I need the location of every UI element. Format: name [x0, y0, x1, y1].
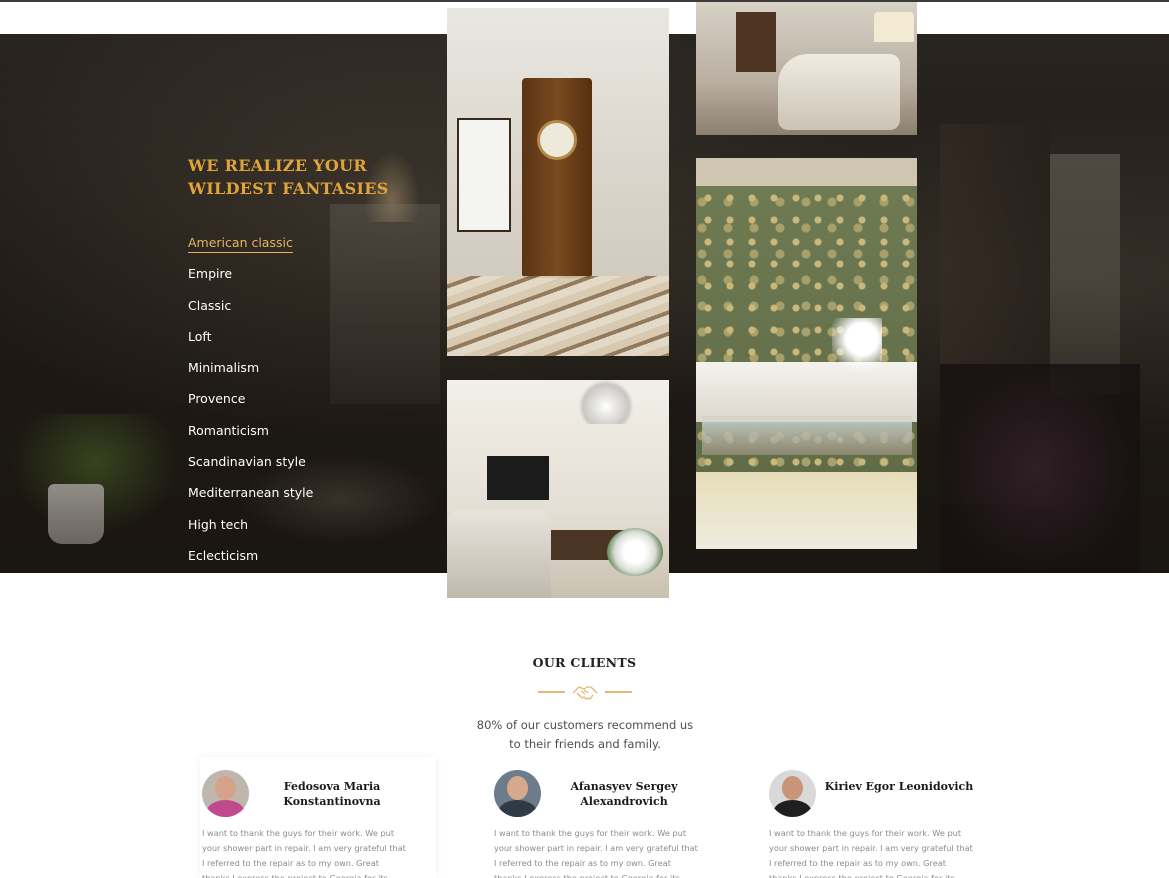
client-review: I want to thank the guys for their work.…: [494, 828, 698, 878]
clients-divider: [538, 681, 632, 703]
divider-line: [538, 691, 565, 693]
style-item-eclecticism[interactable]: Eclecticism: [188, 547, 313, 573]
photo-glass-table: [702, 416, 912, 455]
client-review: I want to thank the guys for their work.…: [202, 828, 406, 878]
style-item-label: Minimalism: [188, 360, 260, 376]
avatar: [494, 770, 541, 817]
style-menu: American classic Empire Classic Loft Min…: [188, 234, 313, 573]
photo-cabinet: [522, 78, 592, 278]
photo-wallpaper: [696, 186, 917, 516]
style-item-label: Eclecticism: [188, 547, 259, 563]
photo-rug: [447, 276, 669, 356]
style-item-label: Mediterranean style: [188, 485, 314, 501]
top-border: [0, 0, 1169, 2]
style-item-label: Loft: [188, 328, 212, 344]
photo-floor: [696, 472, 917, 549]
clients-title: OUR CLIENTS: [532, 655, 637, 670]
photo-orchid: [832, 318, 882, 388]
photo-tv: [487, 456, 549, 500]
interior-photo-tv-room[interactable]: [447, 380, 669, 598]
photo-lamp: [874, 12, 914, 42]
interior-photo-sofa-lamp[interactable]: [696, 2, 917, 135]
style-item-minimalism[interactable]: Minimalism: [188, 359, 313, 390]
style-item-high-tech[interactable]: High tech: [188, 516, 313, 547]
style-item-label: American classic: [188, 235, 293, 253]
style-item-label: High tech: [188, 516, 249, 532]
hero-title: WE REALIZE YOUR WILDEST FANTASIES: [188, 156, 389, 198]
style-item-romanticism[interactable]: Romanticism: [188, 422, 313, 453]
photo-flowers: [607, 528, 663, 576]
style-item-label: Scandinavian style: [188, 454, 306, 470]
style-item-label: Romanticism: [188, 422, 269, 438]
style-item-label: Provence: [188, 391, 246, 407]
style-item-label: Empire: [188, 266, 233, 282]
style-item-scandinavian[interactable]: Scandinavian style: [188, 453, 313, 484]
client-card: Kiriev Egor Leonidovich I want to thank …: [767, 757, 1003, 878]
style-item-loft[interactable]: Loft: [188, 328, 313, 359]
photo-cabinet: [736, 12, 776, 72]
photo-window: [457, 118, 511, 232]
client-review: I want to thank the guys for their work.…: [769, 828, 973, 878]
avatar: [769, 770, 816, 817]
style-item-empire[interactable]: Empire: [188, 265, 313, 296]
photo-chandelier: [579, 380, 633, 424]
avatar: [202, 770, 249, 817]
photo-sofa: [778, 54, 900, 130]
client-name: Kiriev Egor Leonidovich: [824, 780, 974, 793]
style-item-mediterranean[interactable]: Mediterranean style: [188, 484, 313, 515]
photo-armchair: [447, 510, 551, 598]
photo-sofa: [696, 362, 917, 422]
style-item-label: Classic: [188, 297, 232, 313]
clients-description: 80% of our customers recommend us to the…: [476, 718, 694, 751]
clock-icon: [537, 120, 577, 160]
divider-line: [605, 691, 632, 693]
client-name: Afanasyev Sergey Alexandrovich: [570, 780, 678, 808]
handshake-icon: [572, 686, 598, 700]
interior-photo-wallpaper-orchid[interactable]: [696, 158, 917, 549]
style-item-classic[interactable]: Classic: [188, 297, 313, 328]
client-card: Afanasyev Sergey Alexandrovich I want to…: [492, 757, 728, 878]
style-item-provence[interactable]: Provence: [188, 390, 313, 421]
client-card: Fedosova Maria Konstantinovna I want to …: [200, 757, 436, 878]
style-item-american-classic[interactable]: American classic: [188, 234, 313, 265]
client-name: Fedosova Maria Konstantinovna: [283, 780, 381, 808]
interior-photo-clock-cabinet[interactable]: [447, 8, 669, 356]
